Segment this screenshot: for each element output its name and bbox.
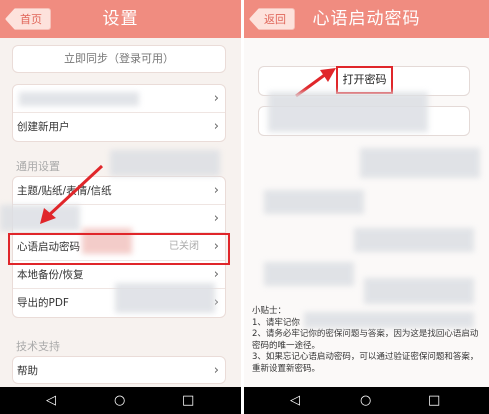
nav-home-icon[interactable]: ○ (114, 393, 125, 408)
password-screen: 返回 心语启动密码 打开密码 小贴士： 1、请牢记你 2、请务必牢记你的密保问题… (244, 0, 489, 387)
chevron-right-icon: › (213, 91, 219, 106)
settings-screen: 首页 设置 立即同步（登录可用） › 创建新用户 › 通用设置 主题/贴纸/表情… (0, 0, 241, 387)
backup-label: 本地备份/恢复 (17, 269, 84, 281)
nav-recent-icon[interactable]: □ (428, 393, 440, 408)
chevron-right-icon: › (213, 183, 219, 198)
section-tech: 技术支持 (16, 340, 60, 353)
create-user-row[interactable]: 创建新用户 › (13, 113, 225, 141)
title-bar: 首页 设置 (0, 0, 241, 38)
blur-patch (354, 228, 474, 252)
tip-2: 2、请务必牢记你的密保问题与答案，因为这是找回心语启动密码的唯一途径。 (252, 329, 479, 351)
help-row[interactable]: 帮助 › (13, 357, 225, 383)
title-bar: 返回 心语启动密码 (244, 0, 489, 38)
blur-patch (264, 262, 354, 286)
nav-home-icon[interactable]: ○ (360, 393, 371, 408)
highlight-box (8, 233, 230, 265)
chevron-right-icon: › (213, 211, 219, 226)
blur-patch (360, 148, 480, 178)
export-label: 导出的PDF (17, 297, 69, 309)
help-label: 帮助 (17, 365, 38, 377)
open-password-label[interactable]: 打开密码 (336, 66, 393, 94)
page-title: 设置 (102, 9, 139, 29)
account-card: › 创建新用户 › (12, 84, 226, 142)
chevron-right-icon: › (213, 119, 219, 134)
android-nav-bar: ◁ ○ □ (244, 387, 489, 414)
tech-card: 帮助 › (12, 356, 226, 384)
blur-patch (304, 312, 474, 328)
page-title: 心语启动密码 (312, 9, 421, 29)
blurred-account (19, 92, 139, 106)
blur-patch (110, 150, 220, 176)
arrow-icon (40, 164, 104, 224)
account-row[interactable]: › (13, 85, 225, 113)
nav-recent-icon[interactable]: □ (182, 393, 194, 408)
blur-patch (264, 190, 364, 214)
create-user-label: 创建新用户 (17, 121, 70, 133)
blur-patch (268, 92, 428, 132)
blur-patch (115, 283, 215, 313)
nav-back-icon[interactable]: ◁ (290, 393, 300, 408)
android-nav-bar: ◁ ○ □ (0, 387, 241, 414)
blur-patch (364, 278, 474, 304)
chevron-right-icon: › (213, 363, 219, 378)
tip-3: 3、如果忘记心语启动密码，可以通过验证密保问题和答案，重新设置新密码。 (252, 352, 479, 374)
nav-back-icon[interactable]: ◁ (46, 393, 56, 408)
sync-button[interactable]: 立即同步（登录可用） (12, 45, 226, 73)
